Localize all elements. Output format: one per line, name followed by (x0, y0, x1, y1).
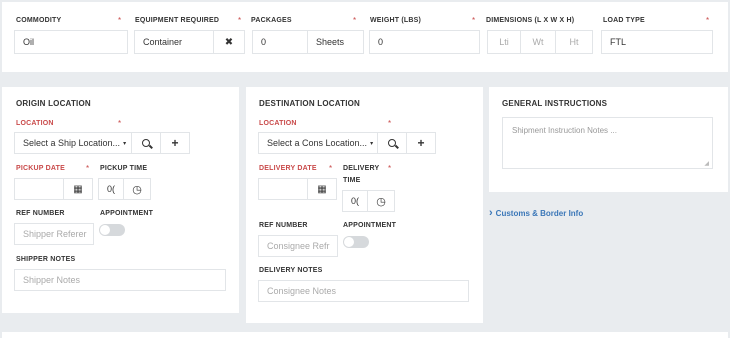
load-type-required-mark: * (706, 16, 710, 25)
pickup-date-label: PICKUP DATE (16, 165, 66, 172)
origin-appointment-toggle[interactable] (99, 224, 125, 236)
origin-search-button[interactable] (131, 132, 161, 154)
delivery-time-label-line1: DELIVERY (343, 165, 380, 172)
origin-appointment-label: APPOINTMENT (100, 210, 154, 217)
weight-label: WEIGHT (LBS) (370, 17, 422, 24)
width-input[interactable]: Wt (520, 30, 556, 54)
delivery-date-input[interactable] (258, 178, 308, 200)
height-input[interactable]: Ht (555, 30, 593, 54)
packages-input[interactable]: 0 (252, 30, 308, 54)
dimensions-label: DIMENSIONS (L X W X H) (486, 17, 575, 24)
pickup-date-calendar-button[interactable]: ▦ (63, 178, 93, 200)
destination-appointment-toggle[interactable] (343, 236, 369, 248)
pickup-time-clock-button[interactable]: ◷ (123, 178, 151, 200)
equipment-label: EQUIPMENT REQUIRED (135, 17, 220, 24)
calendar-icon: ▦ (317, 183, 327, 195)
delivery-time-required-mark: * (388, 164, 392, 173)
delivery-date-calendar-button[interactable]: ▦ (307, 178, 337, 200)
destination-add-button[interactable]: + (406, 132, 436, 154)
origin-location-label: LOCATION (16, 120, 54, 127)
consignee-notes-input[interactable]: Consignee Notes (258, 280, 469, 302)
weight-input[interactable]: 0 (369, 30, 480, 54)
plus-icon: + (417, 136, 425, 150)
textarea-placeholder: Shipment Instruction Notes ... (512, 126, 617, 135)
general-instructions-title: GENERAL INSTRUCTIONS (502, 99, 608, 108)
weight-required-mark: * (472, 16, 476, 25)
cons-location-select[interactable]: Select a Cons Location... ▾ (258, 132, 378, 154)
destination-title: DESTINATION LOCATION (259, 99, 361, 108)
load-type-label: LOAD TYPE (603, 17, 645, 24)
customs-border-info-link[interactable]: › Customs & Border Info (489, 207, 583, 219)
close-icon: ✖ (224, 36, 234, 48)
plus-icon: + (171, 136, 179, 150)
load-type-select[interactable]: FTL (601, 30, 713, 54)
origin-add-button[interactable]: + (160, 132, 190, 154)
destination-ref-label: REF NUMBER (259, 222, 308, 229)
commodity-label: COMMODITY (16, 17, 62, 24)
destination-location-required-mark: * (388, 119, 392, 128)
delivery-date-required-mark: * (329, 164, 333, 173)
search-icon (388, 139, 399, 149)
delivery-date-label: DELIVERY DATE (259, 165, 317, 172)
delivery-notes-label: DELIVERY NOTES (259, 267, 323, 274)
equipment-select[interactable]: Container (134, 30, 214, 54)
resize-handle-icon[interactable]: ◢ (704, 160, 709, 167)
general-instructions-panel: GENERAL INSTRUCTIONS Shipment Instructio… (489, 87, 728, 192)
commodity-input[interactable]: Oil (14, 30, 128, 54)
commodity-required-mark: * (118, 16, 122, 25)
chevron-right-icon: › (489, 207, 493, 219)
equipment-clear-button[interactable]: ✖ (213, 30, 245, 54)
shipper-ref-input[interactable]: Shipper Referer (14, 223, 94, 245)
search-icon (142, 139, 153, 149)
pickup-date-required-mark: * (86, 164, 90, 173)
consignee-ref-input[interactable]: Consignee Refr (258, 235, 338, 257)
shipper-notes-input[interactable]: Shipper Notes (14, 269, 226, 291)
delivery-time-label-line2: TIME (343, 177, 361, 184)
destination-search-button[interactable] (377, 132, 407, 154)
origin-location-panel: ORIGIN LOCATION LOCATION * Select a Ship… (2, 87, 239, 313)
packages-unit-select[interactable]: Sheets (307, 30, 364, 54)
delivery-time-input[interactable]: 0( (342, 190, 368, 212)
pickup-date-input[interactable] (14, 178, 64, 200)
packages-required-mark: * (353, 16, 357, 25)
delivery-time-clock-button[interactable]: ◷ (367, 190, 395, 212)
origin-location-required-mark: * (118, 119, 122, 128)
shipper-notes-label: SHIPPER NOTES (16, 256, 76, 263)
packages-label: PACKAGES (251, 17, 292, 24)
pickup-time-label: PICKUP TIME (100, 165, 148, 172)
ship-location-select-text: Select a Ship Location... (23, 138, 121, 148)
customs-border-info-label: Customs & Border Info (495, 209, 584, 218)
chevron-down-icon: ▾ (123, 140, 127, 147)
shipment-details-panel: COMMODITY * Oil EQUIPMENT REQUIRED * Con… (2, 2, 728, 72)
destination-location-label: LOCATION (259, 120, 297, 127)
cons-location-select-text: Select a Cons Location... (267, 138, 368, 148)
calendar-icon: ▦ (73, 183, 83, 195)
length-input[interactable]: Lti (487, 30, 521, 54)
shipment-instruction-notes-textarea[interactable]: Shipment Instruction Notes ... ◢ (502, 117, 713, 169)
ship-location-select[interactable]: Select a Ship Location... ▾ (14, 132, 132, 154)
pickup-time-input[interactable]: 0( (98, 178, 124, 200)
bottom-panel (2, 332, 728, 338)
destination-location-panel: DESTINATION LOCATION LOCATION * Select a… (246, 87, 483, 323)
origin-ref-label: REF NUMBER (16, 210, 65, 217)
clock-icon: ◷ (132, 183, 142, 196)
origin-title: ORIGIN LOCATION (16, 99, 91, 108)
equipment-required-mark: * (238, 16, 242, 25)
clock-icon: ◷ (376, 195, 386, 208)
destination-appointment-label: APPOINTMENT (343, 222, 397, 229)
chevron-down-icon: ▾ (370, 140, 374, 147)
